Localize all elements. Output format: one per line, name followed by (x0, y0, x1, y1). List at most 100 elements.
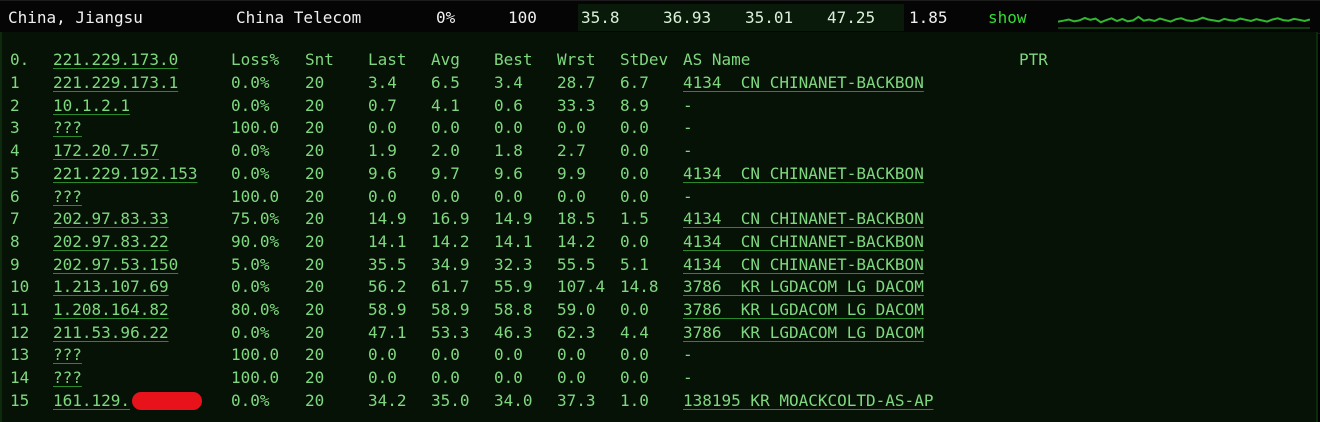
hop-as-link[interactable]: 3786 KR LGDACOM LG DACOM (683, 321, 924, 344)
hop-as-link[interactable]: 3786 KR LGDACOM LG DACOM (683, 298, 924, 321)
hop-worst: 62.3 (557, 322, 596, 342)
hop-as-link[interactable]: 4134 CN CHINANET-BACKBON (683, 230, 924, 253)
hop-loss: 90.0% (231, 231, 280, 251)
hop-stdev: 0.0 (620, 141, 649, 161)
hop-as-name: - (683, 141, 693, 161)
hop-number: 5 (10, 163, 20, 183)
hop-host-link[interactable]: ??? (53, 343, 82, 366)
hop-host-link[interactable]: 1.213.107.69 (53, 275, 169, 298)
hop-avg: 4.1 (431, 95, 460, 115)
hop-last: 0.0 (368, 368, 397, 388)
hop-worst: 2.7 (557, 141, 586, 161)
hop-as-link[interactable]: 4134 CN CHINANET-BACKBON (683, 71, 924, 94)
header-avg: Avg (431, 50, 460, 69)
summary-sent: 100 (508, 8, 537, 27)
hop-last: 1.9 (368, 141, 397, 161)
hop-avg: 0.0 (431, 345, 460, 365)
header-snt: Snt (305, 50, 334, 69)
hop-host-link[interactable]: 10.1.2.1 (53, 94, 130, 117)
hop-host-link[interactable]: 211.53.96.22 (53, 321, 169, 344)
hop-sent: 20 (305, 277, 325, 297)
hop-host-link[interactable]: 202.97.53.150 (53, 253, 178, 276)
hop-worst: 28.7 (557, 73, 596, 92)
hop-best: 14.9 (494, 209, 533, 229)
hop-last: 0.0 (368, 345, 397, 365)
hop-worst: 33.3 (557, 95, 596, 115)
hop-avg: 0.0 (431, 186, 460, 206)
hop-last: 0.0 (368, 186, 397, 206)
hop-stdev: 5.1 (620, 254, 649, 274)
hop-worst: 59.0 (557, 300, 596, 319)
hop-last: 58.9 (368, 300, 407, 319)
hop-loss: 0.0% (231, 73, 270, 92)
hop-host-link[interactable]: 202.97.83.33 (53, 207, 169, 230)
hop-last: 35.5 (368, 254, 407, 274)
hop-as-link[interactable]: 4134 CN CHINANET-BACKBON (683, 207, 924, 230)
hop-host-link[interactable]: ??? (53, 366, 82, 389)
hop-last: 9.6 (368, 163, 397, 183)
hop-stdev: 0.0 (620, 368, 649, 388)
hop-loss: 100.0 (231, 345, 280, 365)
hop-number: 9 (10, 254, 20, 274)
hop-best: 0.0 (494, 118, 523, 138)
hop-stdev: 0.0 (620, 118, 649, 138)
hop-host-link[interactable]: ??? (53, 116, 82, 139)
header-stdev: StDev (620, 50, 669, 69)
hop-loss: 100.0 (231, 118, 280, 138)
hop-best: 3.4 (494, 73, 523, 92)
header-host-link[interactable]: 221.229.173.0 (53, 48, 178, 71)
table-row: 11 1.208.164.82 80.0% 20 58.9 58.9 58.8 59.0 0.0… (2, 298, 1312, 321)
header-as-name: AS Name (683, 50, 751, 69)
header-last: Last (368, 50, 407, 69)
location: China, Jiangsu (8, 8, 143, 27)
hop-best: 1.8 (494, 141, 523, 161)
hop-last: 56.2 (368, 277, 407, 297)
hop-host-link[interactable]: 172.20.7.57 (53, 139, 159, 162)
hop-as-link[interactable]: 4134 CN CHINANET-BACKBON (683, 253, 924, 276)
hop-stdev: 8.9 (620, 95, 649, 115)
hop-avg: 0.0 (431, 118, 460, 138)
hop-sent: 20 (305, 209, 325, 229)
hop-worst: 37.3 (557, 390, 596, 410)
hop-stdev: 1.5 (620, 209, 649, 229)
hop-host-link[interactable]: ??? (53, 185, 82, 208)
hop-avg: 6.5 (431, 73, 460, 92)
hop-stdev: 6.7 (620, 73, 649, 92)
summary-avg: 36.93 (663, 8, 712, 27)
isp: China Telecom (236, 8, 362, 27)
hop-loss: 100.0 (231, 186, 280, 206)
hop-host-link[interactable]: 1.208.164.82 (53, 298, 169, 321)
hop-sent: 20 (305, 95, 325, 115)
table-row: 12 211.53.96.22 0.0% 20 47.1 53.3 46.3 62.3 4.4 3… (2, 321, 1312, 344)
show-button[interactable]: show (988, 8, 1027, 28)
hop-host-link[interactable]: 221.229.192.153 (53, 162, 198, 185)
hop-host-link[interactable]: 161.129. (53, 389, 130, 412)
hop-best: 55.9 (494, 277, 533, 297)
hop-worst: 55.5 (557, 254, 596, 274)
traceroute-panel: 0. 221.229.173.0 Loss% Snt Last Avg Best… (0, 32, 1318, 422)
hop-number: 11 (10, 300, 30, 319)
hop-host-link[interactable]: 202.97.83.22 (53, 230, 169, 253)
hop-loss: 100.0 (231, 368, 280, 388)
hop-host-link[interactable]: 221.229.173.1 (53, 71, 178, 94)
hop-loss: 5.0% (231, 254, 270, 274)
header-wrst: Wrst (557, 50, 596, 69)
hop-number: 7 (10, 209, 20, 229)
hop-best: 0.0 (494, 186, 523, 206)
hop-last: 3.4 (368, 73, 397, 92)
table-row: 4 172.20.7.57 0.0% 20 1.9 2.0 1.8 2.7 0.0 - (2, 139, 1312, 162)
hop-loss: 75.0% (231, 209, 280, 229)
hop-as-link[interactable]: 138195 KR MOACKCOLTD-AS-AP (683, 389, 933, 412)
hop-number: 8 (10, 231, 20, 251)
hop-as-link[interactable]: 4134 CN CHINANET-BACKBON (683, 162, 924, 185)
hop-sent: 20 (305, 163, 325, 183)
hop-avg: 34.9 (431, 254, 470, 274)
hop-loss: 80.0% (231, 300, 280, 319)
table-row: 1 221.229.173.1 0.0% 20 3.4 6.5 3.4 28.7 6.7 4134… (2, 71, 1312, 94)
hop-as-name: - (683, 368, 693, 388)
hop-stdev: 14.8 (620, 277, 659, 297)
hop-worst: 18.5 (557, 209, 596, 229)
hop-as-link[interactable]: 3786 KR LGDACOM LG DACOM (683, 275, 924, 298)
table-row: 7 202.97.83.33 75.0% 20 14.9 16.9 14.9 18.5 1.5 4… (2, 207, 1312, 230)
hop-number: 15 (10, 390, 30, 410)
